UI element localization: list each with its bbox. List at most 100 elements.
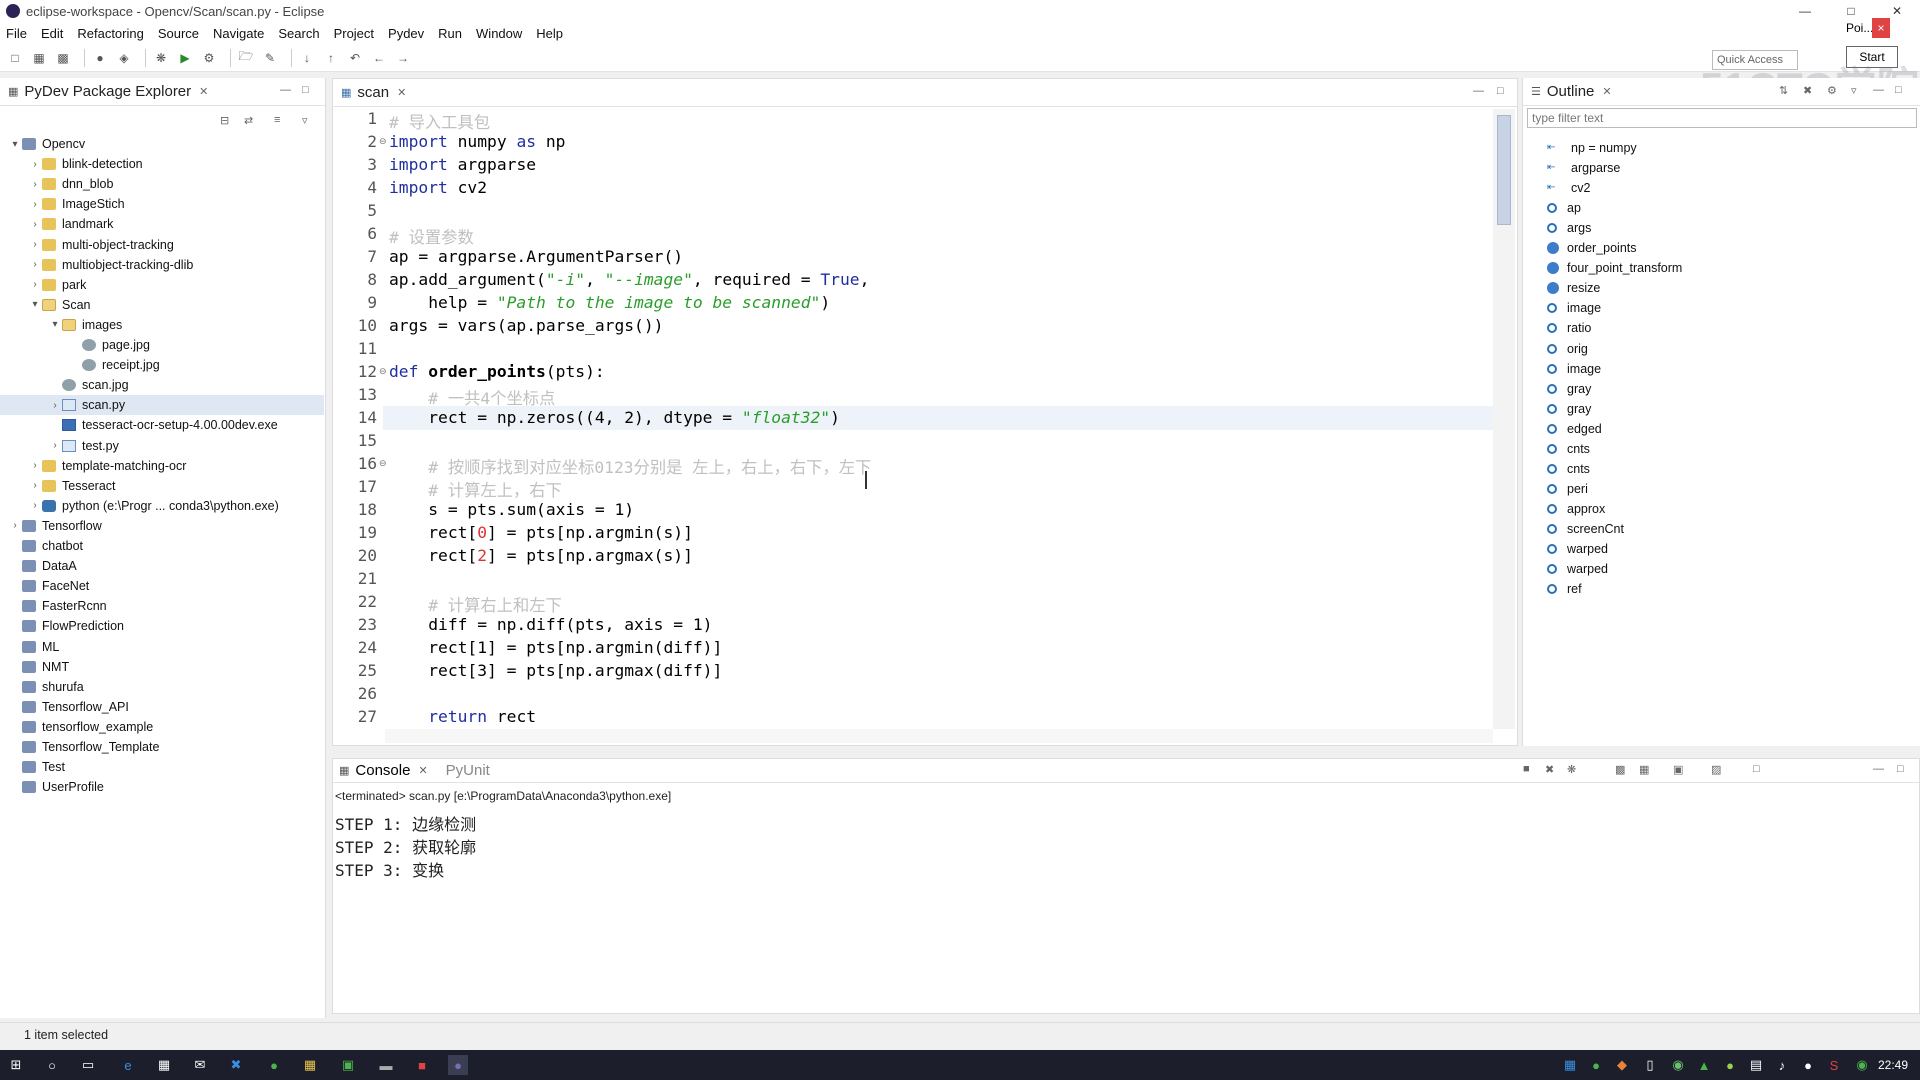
- remove-launch-icon[interactable]: ✖: [1545, 763, 1554, 776]
- code-line[interactable]: diff = np.diff(pts, axis = 1): [389, 615, 712, 638]
- code-line[interactable]: rect[3] = pts[np.argmax(diff)]: [389, 661, 722, 684]
- close-tab-icon[interactable]: ✕: [418, 764, 427, 777]
- windows-start-icon[interactable]: ⊞: [6, 1055, 26, 1075]
- menu-navigate[interactable]: Navigate: [213, 26, 264, 41]
- tree-item[interactable]: › Tensorflow: [0, 516, 324, 536]
- fold-toggle-icon[interactable]: ⊖: [379, 458, 387, 469]
- expand-arrow-icon[interactable]: ›: [8, 520, 22, 531]
- expand-arrow-icon[interactable]: ›: [28, 199, 42, 210]
- expand-arrow-icon[interactable]: ›: [28, 259, 42, 270]
- outline-item[interactable]: peri: [1547, 479, 1588, 499]
- clear-console-icon[interactable]: ▩: [1615, 763, 1625, 776]
- pydev-icon[interactable]: ●: [91, 49, 109, 67]
- code-line[interactable]: help = "Path to the image to be scanned"…: [389, 293, 830, 316]
- tray-icon-2[interactable]: ●: [1586, 1055, 1606, 1075]
- tree-item[interactable]: Tensorflow_Template: [0, 737, 324, 757]
- outline-filter-input[interactable]: type filter text: [1527, 108, 1917, 128]
- tree-item[interactable]: scan.jpg: [0, 375, 324, 395]
- pen-icon[interactable]: ✎: [261, 49, 279, 67]
- outline-item[interactable]: image: [1547, 359, 1601, 379]
- tree-item[interactable]: DataA: [0, 556, 324, 576]
- terminal-icon[interactable]: ▬: [376, 1055, 396, 1075]
- tree-item[interactable]: ▾ images: [0, 315, 324, 335]
- expand-arrow-icon[interactable]: ›: [48, 400, 62, 411]
- new-icon[interactable]: □: [6, 49, 24, 67]
- back-nav-icon[interactable]: ←: [370, 49, 388, 67]
- next-annotation-icon[interactable]: ↓: [298, 49, 316, 67]
- code-line[interactable]: import numpy as np: [389, 132, 565, 155]
- filter-icon[interactable]: ≡: [274, 114, 280, 126]
- menu-project[interactable]: Project: [334, 26, 374, 41]
- hide-static-icon[interactable]: ⚙: [1827, 84, 1837, 97]
- tree-item[interactable]: › python (e:\Progr ... conda3\python.exe): [0, 496, 324, 516]
- prev-annotation-icon[interactable]: ↑: [322, 49, 340, 67]
- open-console-icon[interactable]: □: [1753, 763, 1760, 775]
- maximize-console-icon[interactable]: □: [1897, 763, 1904, 775]
- store-icon[interactable]: ▦: [154, 1055, 174, 1075]
- tray-icon-7[interactable]: ●: [1798, 1055, 1818, 1075]
- minimize-console-icon[interactable]: —: [1873, 763, 1884, 775]
- outline-item[interactable]: gray: [1547, 399, 1591, 419]
- fold-toggle-icon[interactable]: ⊖: [379, 136, 387, 147]
- link-editor-icon[interactable]: ⇄: [244, 114, 253, 127]
- shield-icon[interactable]: ▲: [1694, 1055, 1714, 1075]
- mail-icon[interactable]: ✉: [190, 1055, 210, 1075]
- minimize-button[interactable]: —: [1782, 0, 1828, 22]
- code-line[interactable]: # 按顺序找到对应坐标0123分别是 左上，右上，右下，左下: [389, 454, 871, 477]
- expand-arrow-icon[interactable]: ›: [28, 500, 42, 511]
- expand-arrow-icon[interactable]: ›: [28, 159, 42, 170]
- outline-item[interactable]: image: [1547, 298, 1601, 318]
- minimize-outline-icon[interactable]: —: [1873, 84, 1884, 96]
- menu-source[interactable]: Source: [158, 26, 199, 41]
- maximize-outline-icon[interactable]: □: [1895, 84, 1902, 96]
- menu-file[interactable]: File: [6, 26, 27, 41]
- expand-arrow-icon[interactable]: ›: [48, 440, 62, 451]
- hide-fields-icon[interactable]: ✖: [1803, 84, 1812, 97]
- tree-item[interactable]: › multi-object-tracking: [0, 235, 324, 255]
- expand-arrow-icon[interactable]: ›: [28, 219, 42, 230]
- tree-item[interactable]: NMT: [0, 657, 324, 677]
- tray-icon-4[interactable]: ▯: [1640, 1055, 1660, 1075]
- tree-item[interactable]: › blink-detection: [0, 154, 324, 174]
- tree-item[interactable]: › dnn_blob: [0, 174, 324, 194]
- tree-item[interactable]: › Tesseract: [0, 476, 324, 496]
- outline-item[interactable]: ratio: [1547, 318, 1591, 338]
- menu-edit[interactable]: Edit: [41, 26, 63, 41]
- expand-arrow-icon[interactable]: ›: [28, 480, 42, 491]
- tray-icon-9[interactable]: ◉: [1852, 1055, 1872, 1075]
- outline-item[interactable]: orig: [1547, 339, 1588, 359]
- expand-arrow-icon[interactable]: ›: [28, 239, 42, 250]
- outline-item[interactable]: ref: [1547, 579, 1582, 599]
- maximize-view-icon[interactable]: □: [302, 84, 309, 96]
- tree-item[interactable]: tesseract-ocr-setup-4.00.00dev.exe: [0, 415, 324, 435]
- outline-item[interactable]: resize: [1547, 278, 1600, 298]
- expand-arrow-icon[interactable]: ›: [28, 179, 42, 190]
- close-tab-icon[interactable]: ✕: [397, 86, 406, 99]
- external-tools-icon[interactable]: ⚙: [200, 49, 218, 67]
- code-line[interactable]: args = vars(ap.parse_args()): [389, 316, 663, 339]
- back-icon[interactable]: ↶: [346, 49, 364, 67]
- close-icon[interactable]: ×: [1872, 18, 1890, 38]
- eclipse-taskbar-icon[interactable]: ●: [448, 1055, 468, 1075]
- maximize-editor-icon[interactable]: □: [1497, 85, 1504, 97]
- open-type-icon[interactable]: ◈: [115, 49, 133, 67]
- code-line[interactable]: # 计算右上和左下: [389, 592, 562, 615]
- outline-item[interactable]: gray: [1547, 379, 1591, 399]
- tree-item[interactable]: UserProfile: [0, 777, 324, 797]
- code-line[interactable]: rect[2] = pts[np.argmax(s)]: [389, 546, 693, 569]
- collapse-all-icon[interactable]: ⊟: [220, 114, 229, 127]
- tree-item[interactable]: › multiobject-tracking-dlib: [0, 255, 324, 275]
- outline-item[interactable]: approx: [1547, 499, 1605, 519]
- sort-icon[interactable]: ⇅: [1779, 84, 1788, 97]
- tray-icon-3[interactable]: ◆: [1612, 1055, 1632, 1075]
- tray-icon-8[interactable]: S: [1824, 1055, 1844, 1075]
- scroll-lock-icon[interactable]: ▦: [1639, 763, 1649, 776]
- tray-icon-5[interactable]: ◉: [1668, 1055, 1688, 1075]
- outline-item[interactable]: cnts: [1547, 439, 1590, 459]
- view-menu-icon[interactable]: ▿: [302, 114, 308, 127]
- menu-refactoring[interactable]: Refactoring: [77, 26, 143, 41]
- display-console-icon[interactable]: ▨: [1711, 763, 1721, 776]
- expand-arrow-icon[interactable]: ▾: [28, 299, 42, 310]
- tree-item[interactable]: › park: [0, 275, 324, 295]
- tree-item[interactable]: Tensorflow_API: [0, 697, 324, 717]
